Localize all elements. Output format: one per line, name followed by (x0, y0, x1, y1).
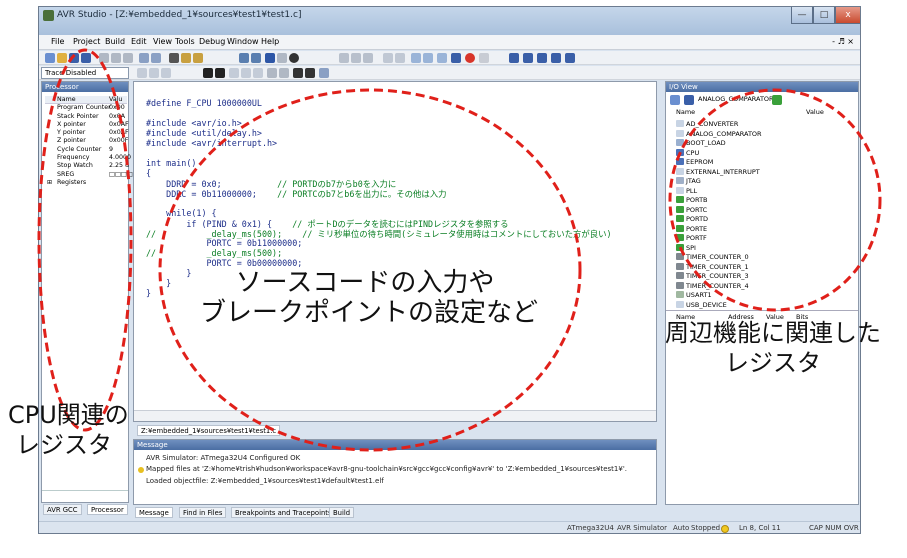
cpu-annotation: CPU関連の レジスタ (8, 400, 129, 460)
peripheral-register-highlight (668, 88, 882, 312)
editor-annotation: ソースコードの入力や ブレークポイントの設定など (200, 268, 539, 328)
editor-annotation-line2: ブレークポイントの設定など (200, 298, 539, 328)
peripheral-annotation-line2: レジスタ (725, 349, 821, 377)
cpu-annotation-line1: CPU関連の (8, 401, 129, 429)
cpu-register-highlight (37, 48, 133, 432)
peripheral-annotation: 周辺機能に関連した レジスタ (648, 318, 898, 378)
cpu-annotation-line2: レジスタ (16, 431, 112, 459)
peripheral-annotation-line1: 周辺機能に関連した (665, 319, 881, 347)
editor-annotation-line1: ソースコードの入力や (235, 268, 495, 298)
